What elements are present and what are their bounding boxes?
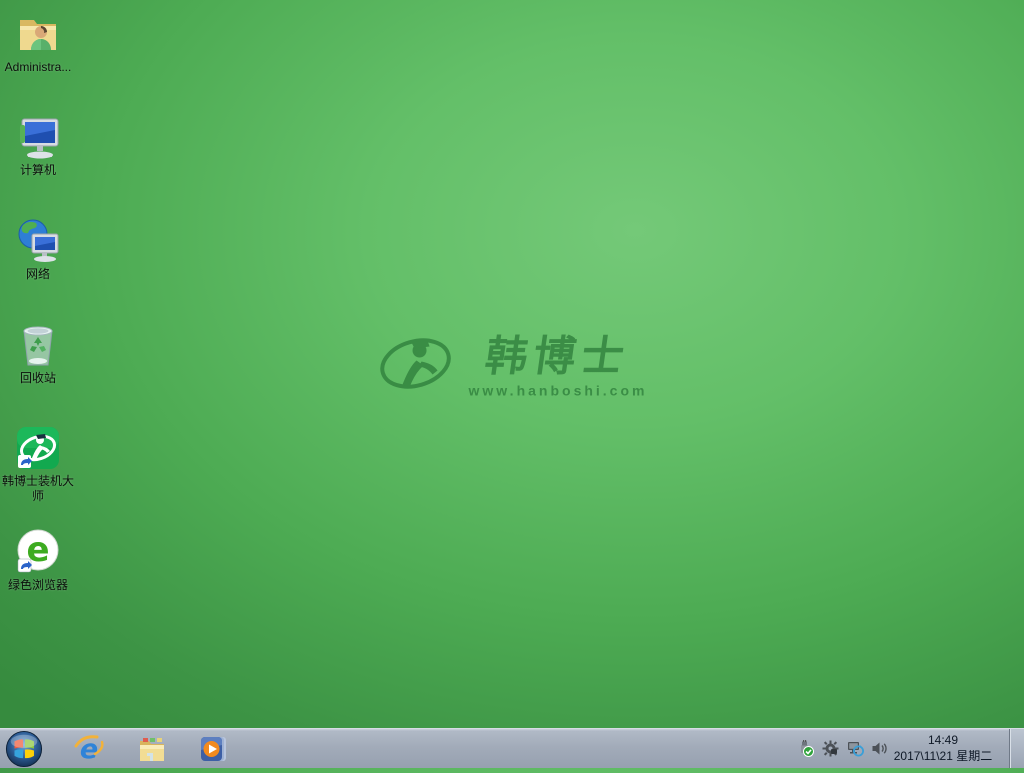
usb-safely-remove-icon[interactable] bbox=[797, 740, 814, 757]
show-desktop-button[interactable] bbox=[1009, 729, 1024, 768]
desktop-icon-label: 网络 bbox=[0, 267, 76, 282]
computer-icon bbox=[14, 113, 62, 161]
desktop-icon-network[interactable]: 网络 bbox=[0, 217, 76, 282]
gear-utility-icon[interactable] bbox=[822, 740, 839, 757]
shortcut-arrow-badge bbox=[18, 559, 32, 572]
start-orb-icon bbox=[5, 755, 43, 772]
file-explorer-icon bbox=[136, 752, 168, 769]
volume-icon[interactable] bbox=[871, 740, 888, 757]
taskbar-button-media-player[interactable] bbox=[197, 733, 229, 765]
network-status-icon[interactable] bbox=[847, 740, 864, 757]
watermark-text: 韩博士 www.hanboshi.com bbox=[469, 334, 648, 398]
media-player-icon bbox=[197, 752, 229, 769]
taskbar-button-file-explorer[interactable] bbox=[136, 733, 168, 765]
green-browser-icon: e bbox=[14, 528, 62, 576]
desktop-icon-label: 回收站 bbox=[0, 371, 76, 386]
taskbar-clock[interactable]: 14:49 2017\11\21 星期二 bbox=[888, 732, 998, 764]
desktop-icon-green-browser[interactable]: e 绿色浏览器 bbox=[0, 528, 76, 593]
user-folder-icon bbox=[14, 10, 62, 58]
desktop-icon-hanboshi-app[interactable]: 韩博士装机大师 bbox=[0, 424, 76, 504]
network-icon bbox=[14, 217, 62, 265]
internet-explorer-icon: e bbox=[73, 752, 105, 769]
desktop-icon-label: Administra... bbox=[0, 60, 76, 75]
desktop-icon-administrator[interactable]: Administra... bbox=[0, 10, 76, 75]
watermark-url: www.hanboshi.com bbox=[469, 382, 648, 398]
desktop-icon-label: 计算机 bbox=[0, 163, 76, 178]
hanboshi-watermark: 韩博士 www.hanboshi.com bbox=[377, 329, 648, 404]
clock-time: 14:49 bbox=[888, 732, 998, 748]
desktop-icon-label: 韩博士装机大师 bbox=[0, 474, 76, 504]
desktop-icon-computer[interactable]: 计算机 bbox=[0, 113, 76, 178]
desktop-background: { "desktop": { "icons": [ { "label": "Ad… bbox=[0, 0, 1024, 768]
clock-date: 2017\11\21 星期二 bbox=[888, 748, 998, 764]
desktop-icon-label: 绿色浏览器 bbox=[0, 578, 76, 593]
shortcut-arrow-badge bbox=[18, 455, 32, 468]
watermark-brand: 韩博士 bbox=[483, 334, 633, 378]
taskbar-button-internet-explorer[interactable]: e bbox=[73, 733, 105, 765]
hanboshi-app-icon bbox=[14, 424, 62, 472]
hanboshi-logo-icon bbox=[377, 329, 455, 404]
desktop-icon-recycle-bin[interactable]: 回收站 bbox=[0, 321, 76, 386]
recycle-bin-icon bbox=[14, 321, 62, 369]
start-button[interactable] bbox=[5, 730, 43, 768]
taskbar: e bbox=[0, 728, 1024, 768]
